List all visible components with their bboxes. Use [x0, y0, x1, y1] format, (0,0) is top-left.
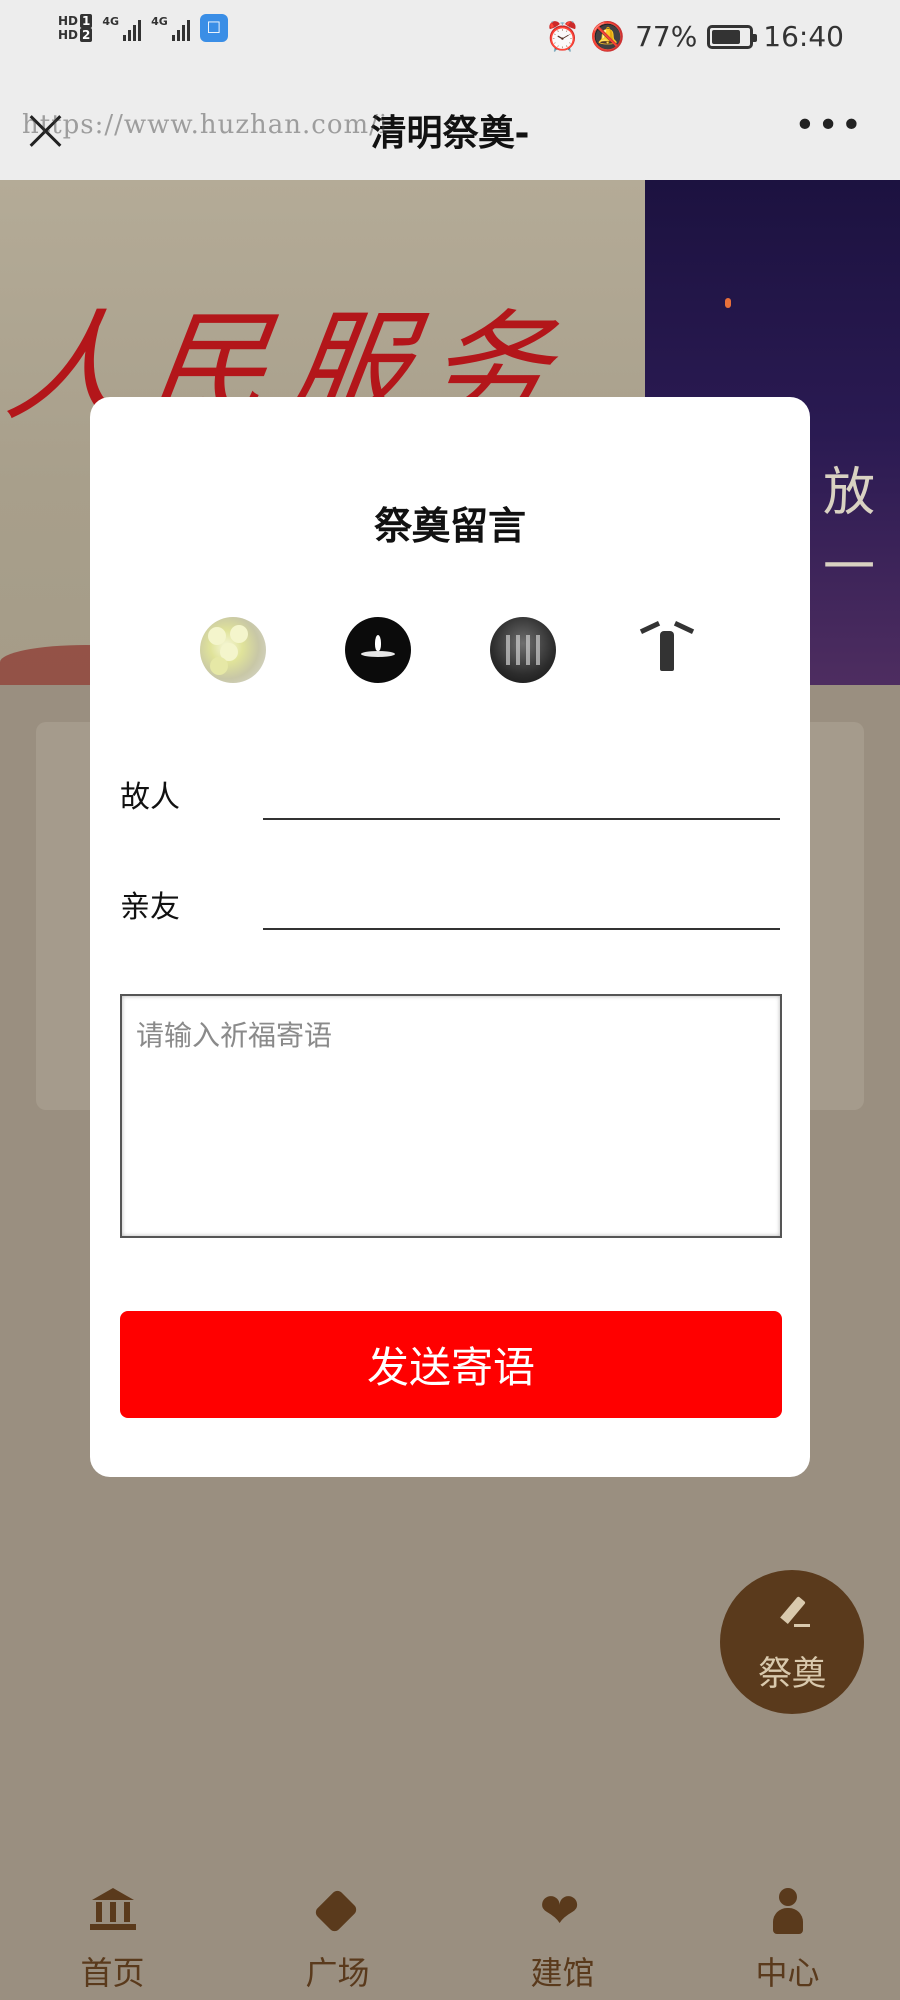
nav-item-home[interactable]: 首页 — [0, 1870, 225, 2000]
battery-percent: 77% — [635, 20, 698, 53]
nav-label-build: 建馆 — [530, 1954, 595, 1992]
heart-icon: ❤ — [539, 1883, 580, 1939]
sky-lantern-icon — [725, 298, 731, 308]
app-notification-icon: ☐ — [199, 14, 228, 42]
nav-item-square[interactable]: 广场 — [225, 1870, 450, 2000]
deceased-row: 故人 — [120, 762, 780, 822]
offering-picker — [200, 617, 700, 683]
bronze-vessel-icon[interactable] — [634, 617, 700, 683]
deceased-underline — [263, 818, 780, 820]
tribute-modal: 祭奠留言 故人 亲友 发送寄语 — [90, 397, 810, 1477]
more-options-icon[interactable]: ••• — [794, 108, 864, 144]
nav-item-center[interactable]: 中心 — [675, 1870, 900, 2000]
status-right: ⏰ 🔕 77% 16:40 — [545, 20, 844, 53]
nav-label-center: 中心 — [755, 1954, 820, 1992]
status-bar: HD 1 HD 2 4G 4G ☐ ⏰ 🔕 77% 16:40 — [0, 0, 900, 80]
deceased-label: 故人 — [120, 780, 180, 815]
tag-icon — [312, 1888, 361, 1934]
nav-item-build[interactable]: ❤ 建馆 — [450, 1870, 675, 2000]
banner-right-text: 放一 — [823, 463, 876, 598]
hd-label-1: HD — [58, 14, 79, 28]
relative-label: 亲友 — [120, 890, 180, 925]
modal-title: 祭奠留言 — [373, 504, 526, 548]
deceased-input[interactable] — [263, 768, 780, 812]
battery-fill — [712, 29, 741, 44]
hd-label-2: HD — [58, 28, 79, 42]
fab-label: 祭奠 — [758, 1654, 826, 1694]
candle-icon[interactable] — [345, 617, 411, 683]
battery-icon — [707, 24, 758, 49]
incense-icon[interactable] — [490, 617, 556, 683]
watermark: https://www.huzhan.com/i — [22, 110, 389, 140]
alarm-icon: ⏰ — [545, 20, 581, 53]
hd-num-1: 1 — [80, 14, 93, 28]
clock: 16:40 — [763, 20, 844, 53]
relative-underline — [263, 928, 780, 930]
mute-icon: 🔕 — [590, 20, 626, 53]
signal-icon-1: 4G — [102, 15, 142, 41]
chrysanthemum-icon[interactable] — [200, 617, 266, 683]
nav-label-home: 首页 — [80, 1954, 145, 1992]
pencil-icon — [776, 1596, 810, 1628]
hd-num-2: 2 — [80, 28, 93, 42]
relative-row: 亲友 — [120, 872, 780, 932]
nav-label-square: 广场 — [305, 1954, 370, 1992]
sim-indicators: HD 1 HD 2 — [58, 14, 93, 42]
bank-icon — [89, 1888, 136, 1934]
person-icon — [765, 1888, 811, 1934]
send-message-button[interactable]: 发送寄语 — [120, 1311, 782, 1418]
signal-icon-2: 4G — [151, 15, 190, 41]
network-type-2: 4G — [151, 15, 168, 28]
bottom-nav: 首页 广场 ❤ 建馆 中心 — [0, 1870, 900, 2000]
message-textarea[interactable] — [120, 994, 782, 1238]
network-type-1: 4G — [102, 15, 120, 28]
status-left: HD 1 HD 2 4G 4G ☐ — [58, 14, 228, 42]
tribute-fab-button[interactable]: 祭奠 — [720, 1570, 864, 1714]
relative-input[interactable] — [263, 878, 780, 922]
